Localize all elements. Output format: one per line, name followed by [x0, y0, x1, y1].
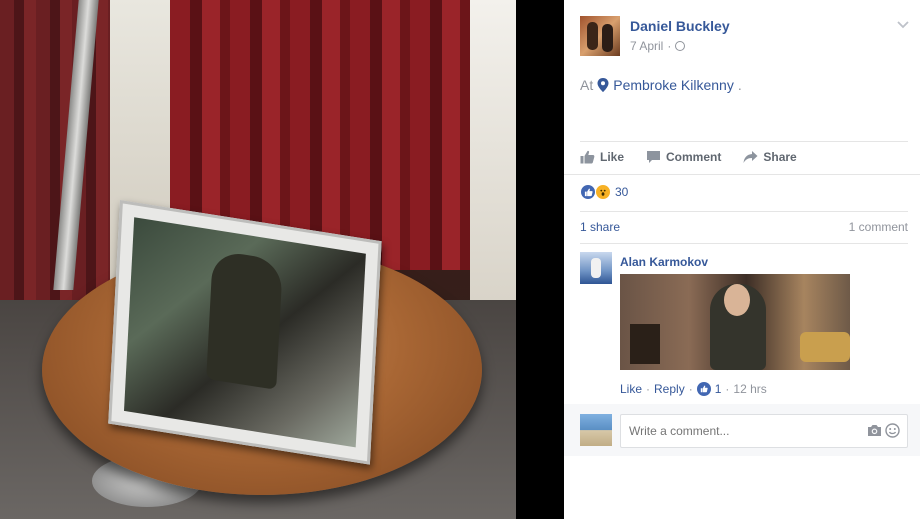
comment-gif[interactable] — [620, 274, 850, 370]
comment-like-link[interactable]: Like — [620, 382, 642, 396]
location-prefix: At — [580, 77, 594, 93]
divider-stats — [580, 243, 908, 244]
like-label: Like — [600, 150, 625, 164]
photo-frame-image — [123, 217, 366, 448]
post-stats: 1 share 1 comment — [580, 220, 908, 234]
post-photo[interactable] — [0, 0, 516, 519]
shares-count[interactable]: 1 share — [580, 220, 620, 234]
divider-top — [580, 141, 908, 142]
post-date[interactable]: 7 April — [630, 39, 663, 53]
gif-figure — [710, 284, 766, 370]
comment-actions: Like · Reply · 1 · 12 hrs — [620, 382, 767, 396]
reactions-count[interactable]: 30 — [615, 185, 628, 199]
divider-reactions — [580, 211, 908, 212]
comment-sep-3: · — [725, 382, 730, 396]
like-button[interactable]: Like — [580, 145, 624, 169]
comment-sep-2: · — [688, 382, 693, 396]
speech-bubble-icon — [647, 151, 661, 163]
location-suffix: . — [737, 77, 742, 93]
post-actions: Like Comment Share — [580, 145, 797, 169]
commenter-avatar[interactable] — [580, 252, 612, 284]
gif-lamp — [630, 324, 660, 364]
photo-frame-figure — [206, 249, 283, 390]
post-panel: Daniel Buckley 7 April · At Pembroke Kil… — [564, 0, 920, 519]
share-arrow-icon — [743, 151, 758, 163]
reactions-summary[interactable]: 30 — [580, 182, 628, 202]
photo-window-right — [470, 0, 516, 300]
commenter-name[interactable]: Alan Karmokov — [620, 255, 708, 269]
post-header: Daniel Buckley 7 April · — [580, 16, 910, 56]
share-label: Share — [763, 150, 797, 164]
globe-icon[interactable] — [675, 41, 686, 51]
comments-count[interactable]: 1 comment — [849, 220, 908, 234]
post-location: At Pembroke Kilkenny. — [580, 77, 742, 93]
location-link[interactable]: Pembroke Kilkenny — [613, 77, 734, 93]
comment-reply-link[interactable]: Reply — [654, 382, 685, 396]
comment-label: Comment — [666, 150, 722, 164]
comment-input[interactable] — [620, 414, 908, 448]
smile-icon[interactable] — [885, 423, 900, 438]
comment-like-icon — [696, 382, 711, 396]
current-user-avatar — [580, 414, 612, 446]
pin-icon — [597, 78, 609, 92]
comment-time[interactable]: 12 hrs — [733, 382, 766, 396]
share-button[interactable]: Share — [743, 145, 797, 169]
photo-viewer — [0, 0, 564, 519]
comment-sep-1: · — [646, 382, 651, 396]
divider-actions — [564, 174, 920, 175]
comment-composer — [564, 404, 920, 456]
comment-button[interactable]: Comment — [646, 145, 721, 169]
camera-icon[interactable] — [867, 424, 882, 437]
chevron-down-icon[interactable] — [896, 18, 910, 32]
author-name[interactable]: Daniel Buckley — [630, 18, 730, 34]
author-avatar[interactable] — [580, 16, 620, 56]
post-meta: 7 April · — [630, 39, 686, 53]
meta-separator: · — [667, 39, 672, 53]
photo-picture-frame — [108, 200, 382, 465]
gif-couch — [800, 332, 850, 362]
like-reaction-icon — [580, 184, 596, 200]
wow-reaction-icon — [595, 184, 611, 200]
thumbs-up-icon — [580, 150, 595, 164]
comment-like-count[interactable]: 1 — [715, 382, 722, 396]
